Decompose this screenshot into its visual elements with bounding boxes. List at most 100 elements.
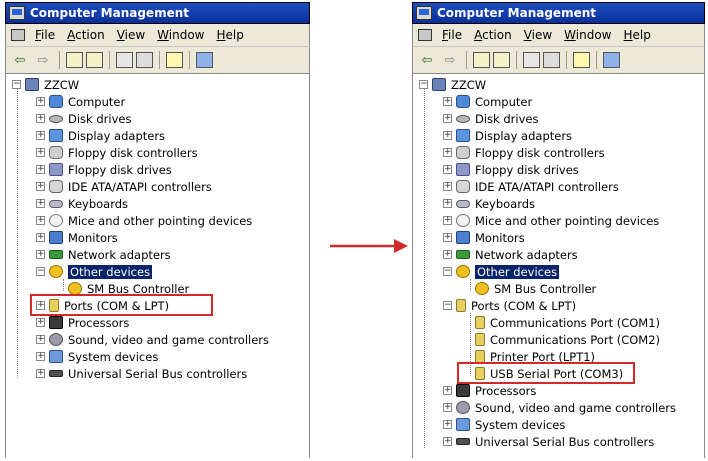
- tree-item-network-adapters[interactable]: + Network adapters: [36, 246, 171, 263]
- tree-item-disk-drives[interactable]: + Disk drives: [443, 110, 538, 127]
- show-hide-tree-icon[interactable]: [86, 52, 103, 68]
- up-folder-icon[interactable]: [473, 52, 490, 68]
- tree-item-floppy-drives[interactable]: + Floppy disk drives: [36, 161, 172, 178]
- expand-icon[interactable]: +: [443, 97, 452, 106]
- expand-icon[interactable]: +: [36, 182, 45, 191]
- expand-icon[interactable]: +: [36, 97, 45, 106]
- collapse-icon[interactable]: −: [36, 267, 45, 276]
- tree-item-display-adapters[interactable]: + Display adapters: [443, 127, 572, 144]
- tree-item-mice[interactable]: + Mice and other pointing devices: [36, 212, 252, 229]
- expand-icon[interactable]: +: [443, 250, 452, 259]
- tree-item-sm-bus[interactable]: SM Bus Controller: [475, 280, 596, 297]
- expand-icon[interactable]: +: [36, 165, 45, 174]
- tree-item-usb-controllers[interactable]: + Universal Serial Bus controllers: [443, 433, 654, 450]
- menu-action[interactable]: Action: [63, 28, 113, 42]
- expand-icon[interactable]: +: [36, 131, 45, 140]
- help-icon[interactable]: [166, 52, 183, 68]
- tree-item-usb-controllers[interactable]: + Universal Serial Bus controllers: [36, 365, 247, 382]
- back-icon[interactable]: ⇦: [10, 51, 30, 69]
- menu-window[interactable]: Window: [153, 28, 212, 42]
- menu-help[interactable]: Help: [213, 28, 252, 42]
- expand-icon[interactable]: +: [36, 114, 45, 123]
- tree-item-system-devices[interactable]: + System devices: [443, 416, 565, 433]
- expand-icon[interactable]: +: [36, 216, 45, 225]
- print-icon[interactable]: [136, 52, 153, 68]
- tree-item-network-adapters[interactable]: + Network adapters: [443, 246, 578, 263]
- expand-icon[interactable]: +: [443, 437, 452, 446]
- tree-item-floppy-drives[interactable]: + Floppy disk drives: [443, 161, 579, 178]
- tree-item-ide-controllers[interactable]: + IDE ATA/ATAPI controllers: [36, 178, 212, 195]
- up-folder-icon[interactable]: [66, 52, 83, 68]
- tree-item-computer[interactable]: + Computer: [36, 93, 125, 110]
- help-icon[interactable]: [573, 52, 590, 68]
- expand-icon[interactable]: +: [443, 131, 452, 140]
- unknown-device-icon: [49, 265, 63, 278]
- window-title: Computer Management: [30, 6, 189, 20]
- menu-file[interactable]: File: [31, 28, 63, 42]
- expand-icon[interactable]: +: [443, 216, 452, 225]
- forward-icon[interactable]: ⇨: [440, 51, 460, 69]
- expand-icon[interactable]: +: [443, 114, 452, 123]
- menu-view[interactable]: View: [113, 28, 153, 42]
- expand-icon[interactable]: +: [443, 148, 452, 157]
- expand-icon[interactable]: +: [36, 199, 45, 208]
- expand-icon[interactable]: +: [443, 233, 452, 242]
- tree-item-floppy-controllers[interactable]: + Floppy disk controllers: [443, 144, 605, 161]
- expand-icon[interactable]: +: [36, 233, 45, 242]
- tree-item-keyboards[interactable]: + Keyboards: [36, 195, 128, 212]
- scan-hardware-icon[interactable]: [603, 52, 620, 68]
- menu-help[interactable]: Help: [620, 28, 659, 42]
- expand-icon[interactable]: +: [443, 165, 452, 174]
- tree-item-system-devices[interactable]: + System devices: [36, 348, 158, 365]
- expand-icon[interactable]: +: [36, 352, 45, 361]
- expand-icon[interactable]: +: [443, 420, 452, 429]
- properties-icon[interactable]: [116, 52, 133, 68]
- collapse-icon[interactable]: −: [419, 80, 428, 89]
- tree-item-com2[interactable]: Communications Port (COM2): [475, 331, 660, 348]
- tree-item-display-adapters[interactable]: + Display adapters: [36, 127, 165, 144]
- expand-icon[interactable]: +: [36, 250, 45, 259]
- expand-icon[interactable]: +: [443, 199, 452, 208]
- tree-item-ports[interactable]: − Ports (COM & LPT): [443, 297, 576, 314]
- expand-icon[interactable]: +: [36, 318, 45, 327]
- forward-icon[interactable]: ⇨: [33, 51, 53, 69]
- expand-icon[interactable]: +: [443, 182, 452, 191]
- tree-item-floppy-controllers[interactable]: + Floppy disk controllers: [36, 144, 198, 161]
- expand-icon[interactable]: +: [36, 335, 45, 344]
- system-menu-icon[interactable]: [418, 29, 432, 41]
- show-hide-tree-icon[interactable]: [493, 52, 510, 68]
- tree-item-sound[interactable]: + Sound, video and game controllers: [443, 399, 676, 416]
- print-icon[interactable]: [543, 52, 560, 68]
- menu-window[interactable]: Window: [560, 28, 619, 42]
- tree-root[interactable]: − ZZCW: [12, 76, 79, 93]
- properties-icon[interactable]: [523, 52, 540, 68]
- tree-item-disk-drives[interactable]: + Disk drives: [36, 110, 131, 127]
- tree-item-com1[interactable]: Communications Port (COM1): [475, 314, 660, 331]
- tree-item-other-devices[interactable]: − Other devices: [443, 263, 560, 280]
- system-menu-icon[interactable]: [11, 29, 25, 41]
- expand-icon[interactable]: +: [36, 369, 45, 378]
- collapse-icon[interactable]: −: [443, 267, 452, 276]
- system-device-icon: [456, 418, 470, 431]
- tree-item-processors[interactable]: + Processors: [443, 382, 536, 399]
- expand-icon[interactable]: +: [36, 148, 45, 157]
- tree-item-sound[interactable]: + Sound, video and game controllers: [36, 331, 269, 348]
- scan-hardware-icon[interactable]: [196, 52, 213, 68]
- tree-item-ide-controllers[interactable]: + IDE ATA/ATAPI controllers: [443, 178, 619, 195]
- tree-item-keyboards[interactable]: + Keyboards: [443, 195, 535, 212]
- tree-item-other-devices[interactable]: − Other devices: [36, 263, 153, 280]
- menu-action[interactable]: Action: [470, 28, 520, 42]
- tree-item-mice[interactable]: + Mice and other pointing devices: [443, 212, 659, 229]
- collapse-icon[interactable]: −: [443, 301, 452, 310]
- tree-item-monitors[interactable]: + Monitors: [443, 229, 525, 246]
- menu-view[interactable]: View: [520, 28, 560, 42]
- expand-icon[interactable]: +: [443, 386, 452, 395]
- tree-item-computer[interactable]: + Computer: [443, 93, 532, 110]
- menu-file[interactable]: File: [438, 28, 470, 42]
- back-icon[interactable]: ⇦: [417, 51, 437, 69]
- expand-icon[interactable]: +: [443, 403, 452, 412]
- tree-root[interactable]: − ZZCW: [419, 76, 486, 93]
- tree-item-monitors[interactable]: + Monitors: [36, 229, 118, 246]
- tree-item-processors[interactable]: + Processors: [36, 314, 129, 331]
- collapse-icon[interactable]: −: [12, 80, 21, 89]
